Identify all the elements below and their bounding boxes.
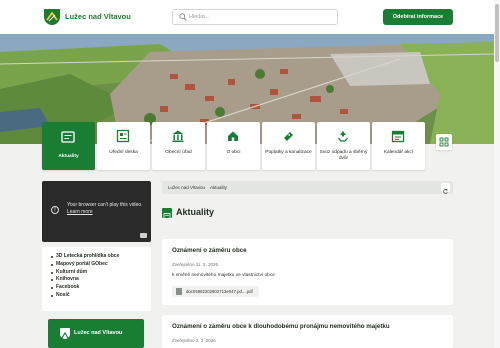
- coat-of-arms-logo[interactable]: [44, 9, 60, 25]
- article-title[interactable]: Oznámení o záměru obce: [172, 247, 247, 254]
- youtube-icon[interactable]: [140, 233, 147, 238]
- article-date: Zveřejněno 2. 3. 2026: [172, 338, 216, 343]
- subscribe-button[interactable]: Odebírat informace: [383, 9, 453, 25]
- link-knihovna[interactable]: Knihovna: [51, 276, 151, 284]
- article-date: Zveřejněno 11. 3. 2026: [172, 262, 218, 267]
- link-facebook[interactable]: Facebook: [51, 284, 151, 292]
- promo-banner[interactable]: Lužec nad Vltavou: [48, 319, 144, 348]
- link-nosic[interactable]: Nosíč: [51, 292, 151, 300]
- grid-menu-button[interactable]: [436, 134, 452, 150]
- site-header: Lužec nad Vltavou Odebírat informace: [0, 0, 494, 34]
- video-embed[interactable]: ! Your browser can't play this video. Le…: [42, 181, 151, 242]
- tile-label: Poplatky a kanalizace: [265, 150, 312, 155]
- tile-svoz-odpadu[interactable]: Svoz odpadu a sběrný dvůr: [317, 122, 370, 170]
- tile-label: Úřední deska: [109, 150, 138, 155]
- article-title[interactable]: Oznámení o záměru obce k dlouhodobému pr…: [172, 323, 390, 330]
- tile-label: Kalendář akcí: [383, 150, 414, 155]
- video-message-text: Your browser can't play this video.: [67, 202, 143, 208]
- back-icon: [443, 188, 448, 194]
- tile-aktuality[interactable]: Aktuality: [42, 122, 95, 170]
- scrollbar-thumb[interactable]: [495, 4, 499, 62]
- file-icon: [176, 288, 182, 295]
- attachment-name: doc05982202602713e047.pd....pdf: [186, 289, 253, 294]
- tile-label: O obci: [226, 150, 241, 155]
- tile-obecni-urad[interactable]: Obecní úřad: [152, 122, 205, 170]
- tile-label: Obecní úřad: [165, 150, 192, 155]
- video-message: Your browser can't play this video. Lear…: [67, 202, 143, 215]
- coat-of-arms-icon: [60, 328, 70, 339]
- search-icon: [179, 13, 187, 21]
- article-text: k směně nemovitého majetku ve vlastnictv…: [172, 273, 275, 278]
- site-name[interactable]: Lužec nad Vltavou: [65, 12, 131, 21]
- tile-label: Aktuality: [58, 154, 79, 159]
- building-icon: [172, 130, 184, 142]
- calendar-icon: [391, 130, 405, 143]
- breadcrumb: Lužec nad Vltavou › Aktuality: [162, 181, 453, 194]
- breadcrumb-current: Aktuality: [210, 185, 228, 190]
- search-box[interactable]: [172, 9, 338, 25]
- attachment-link[interactable]: doc05982202602713e047.pd....pdf: [172, 286, 259, 297]
- tile-o-obci[interactable]: O obci: [207, 122, 260, 170]
- tile-uredni-deska[interactable]: Úřední deska: [97, 122, 150, 170]
- board-icon: [116, 129, 130, 143]
- news-icon: [162, 208, 172, 219]
- tile-label: Svoz odpadu a sběrný dvůr: [319, 150, 368, 161]
- recycle-icon: [338, 131, 348, 142]
- promo-name: Lužec nad Vltavou: [74, 330, 123, 336]
- tile-kalendar-akci[interactable]: Kalendář akcí: [372, 122, 425, 170]
- scrollbar[interactable]: [494, 0, 500, 348]
- news-icon: [61, 131, 75, 143]
- article-card[interactable]: Oznámení o záměru obce k dlouhodobému pr…: [162, 315, 453, 348]
- ticket-icon: [284, 132, 293, 141]
- learn-more-link[interactable]: Learn more: [67, 209, 93, 215]
- tile-poplatky[interactable]: Poplatky a kanalizace: [262, 122, 315, 170]
- quick-links: 3D Letecká prohlídka obce Mapový portál …: [42, 247, 151, 311]
- search-input[interactable]: [189, 12, 329, 22]
- link-mapovy-portal[interactable]: Mapový portál GObec: [51, 261, 151, 269]
- page-title: Aktuality: [176, 207, 215, 217]
- house-icon: [228, 131, 238, 141]
- breadcrumb-separator: ›: [199, 184, 201, 190]
- warning-icon: !: [51, 206, 59, 214]
- grid-icon: [439, 137, 449, 147]
- article-card[interactable]: Oznámení o záměru obce Zveřejněno 11. 3.…: [162, 239, 453, 305]
- link-3d-prohlidka[interactable]: 3D Letecká prohlídka obce: [51, 253, 151, 261]
- link-kulturni-dum[interactable]: Kulturní dům: [51, 269, 151, 277]
- page: Lužec nad Vltavou Odebírat informace: [0, 0, 500, 348]
- back-button[interactable]: [441, 183, 450, 194]
